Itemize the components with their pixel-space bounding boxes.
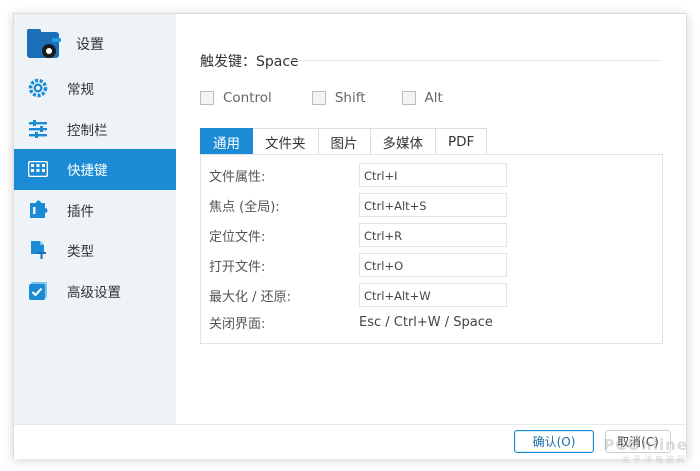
- trigger-key-label: 触发键：Space: [200, 54, 299, 70]
- confirm-button[interactable]: 确认(O): [514, 430, 594, 453]
- checkbox-label: Shift: [334, 90, 366, 106]
- sidebar-item-label: 类型: [67, 244, 94, 261]
- shortcut-input[interactable]: Ctrl+O: [359, 253, 507, 277]
- settings-window: 设置 常规 控制栏 快捷键 插件 类型 高级设置 触发键：Space Contr…: [13, 13, 687, 459]
- shortcut-input[interactable]: Ctrl+Alt+S: [359, 193, 507, 217]
- watermark-logo: PCOnline 太平洋电脑网: [603, 436, 688, 465]
- tab-pdf[interactable]: PDF: [436, 128, 488, 155]
- sidebar-item-controlbar[interactable]: 控制栏: [14, 109, 176, 150]
- sidebar-item-plugins[interactable]: 插件: [14, 190, 176, 231]
- divider: [288, 60, 660, 61]
- sidebar-item-advanced[interactable]: 高级设置: [14, 271, 176, 312]
- shortcut-label: 焦点 (全局):: [209, 199, 280, 215]
- checkbox-box[interactable]: [401, 91, 416, 105]
- file-type-icon: [27, 239, 49, 261]
- sidebar-item-general[interactable]: 常规: [14, 68, 176, 109]
- modifier-checkboxes: Control Shift Alt: [200, 90, 479, 106]
- shortcut-row: 最大化 / 还原: Ctrl+Alt+W: [209, 283, 507, 307]
- shortcut-label: 关闭界面:: [209, 316, 266, 332]
- shortcuts-panel: 触发键：Space Control Shift Alt 通用 文件夹 图片 多媒…: [176, 14, 686, 424]
- shortcut-input[interactable]: Ctrl+Alt+W: [359, 283, 507, 307]
- watermark-text: PCOnline: [603, 436, 688, 454]
- sliders-icon: [27, 118, 49, 140]
- shortcut-list: 文件属性: Ctrl+I 焦点 (全局): Ctrl+Alt+S 定位文件: C…: [200, 154, 663, 344]
- settings-title: 设置: [76, 37, 104, 53]
- sidebar-item-label: 插件: [67, 203, 94, 220]
- tab-folder[interactable]: 文件夹: [253, 128, 319, 155]
- shortcut-value: Esc / Ctrl+W / Space: [359, 314, 493, 330]
- sidebar: 设置 常规 控制栏 快捷键 插件 类型 高级设置: [14, 14, 176, 424]
- watermark-subtext: 太平洋电脑网: [622, 455, 688, 464]
- keyboard-icon: [27, 158, 49, 180]
- shortcut-row: 定位文件: Ctrl+R: [209, 223, 507, 247]
- shortcut-label: 打开文件:: [209, 259, 266, 275]
- shortcut-input[interactable]: Ctrl+R: [359, 223, 507, 247]
- sidebar-nav: 常规 控制栏 快捷键 插件 类型 高级设置: [14, 68, 176, 311]
- sidebar-item-shortcuts[interactable]: 快捷键: [14, 149, 176, 190]
- shortcut-label: 文件属性:: [209, 169, 266, 185]
- sidebar-header: 设置: [26, 22, 104, 66]
- shortcut-row: 关闭界面: Esc / Ctrl+W / Space: [209, 310, 493, 334]
- control-checkbox[interactable]: Control: [200, 90, 272, 106]
- sidebar-item-types[interactable]: 类型: [14, 230, 176, 271]
- alt-checkbox[interactable]: Alt: [401, 90, 443, 106]
- checkbox-box[interactable]: [311, 91, 326, 105]
- shift-checkbox[interactable]: Shift: [311, 90, 366, 106]
- app-logo-icon: [26, 27, 62, 61]
- gear-icon: [27, 77, 49, 99]
- shortcut-row: 焦点 (全局): Ctrl+Alt+S: [209, 193, 507, 217]
- shortcut-row: 文件属性: Ctrl+I: [209, 163, 507, 187]
- sidebar-item-label: 控制栏: [67, 122, 108, 139]
- tab-general[interactable]: 通用: [200, 128, 253, 155]
- tab-image[interactable]: 图片: [318, 128, 371, 155]
- dialog-footer: 确认(O) 取消(C): [14, 424, 686, 459]
- sidebar-item-label: 快捷键: [67, 163, 108, 180]
- checkbox-box[interactable]: [200, 91, 214, 105]
- shortcut-label: 最大化 / 还原:: [209, 289, 292, 305]
- tab-media[interactable]: 多媒体: [370, 128, 436, 155]
- checkbox-label: Alt: [424, 90, 443, 106]
- shortcut-row: 打开文件: Ctrl+O: [209, 253, 507, 277]
- checkbox-icon: [27, 280, 49, 302]
- puzzle-icon: [27, 199, 49, 221]
- shortcut-tabs: 通用 文件夹 图片 多媒体 PDF: [200, 128, 488, 155]
- checkbox-label: Control: [223, 90, 272, 106]
- shortcut-input[interactable]: Ctrl+I: [359, 163, 507, 187]
- shortcut-label: 定位文件:: [209, 229, 266, 245]
- sidebar-item-label: 常规: [67, 82, 94, 99]
- sidebar-item-label: 高级设置: [67, 284, 121, 301]
